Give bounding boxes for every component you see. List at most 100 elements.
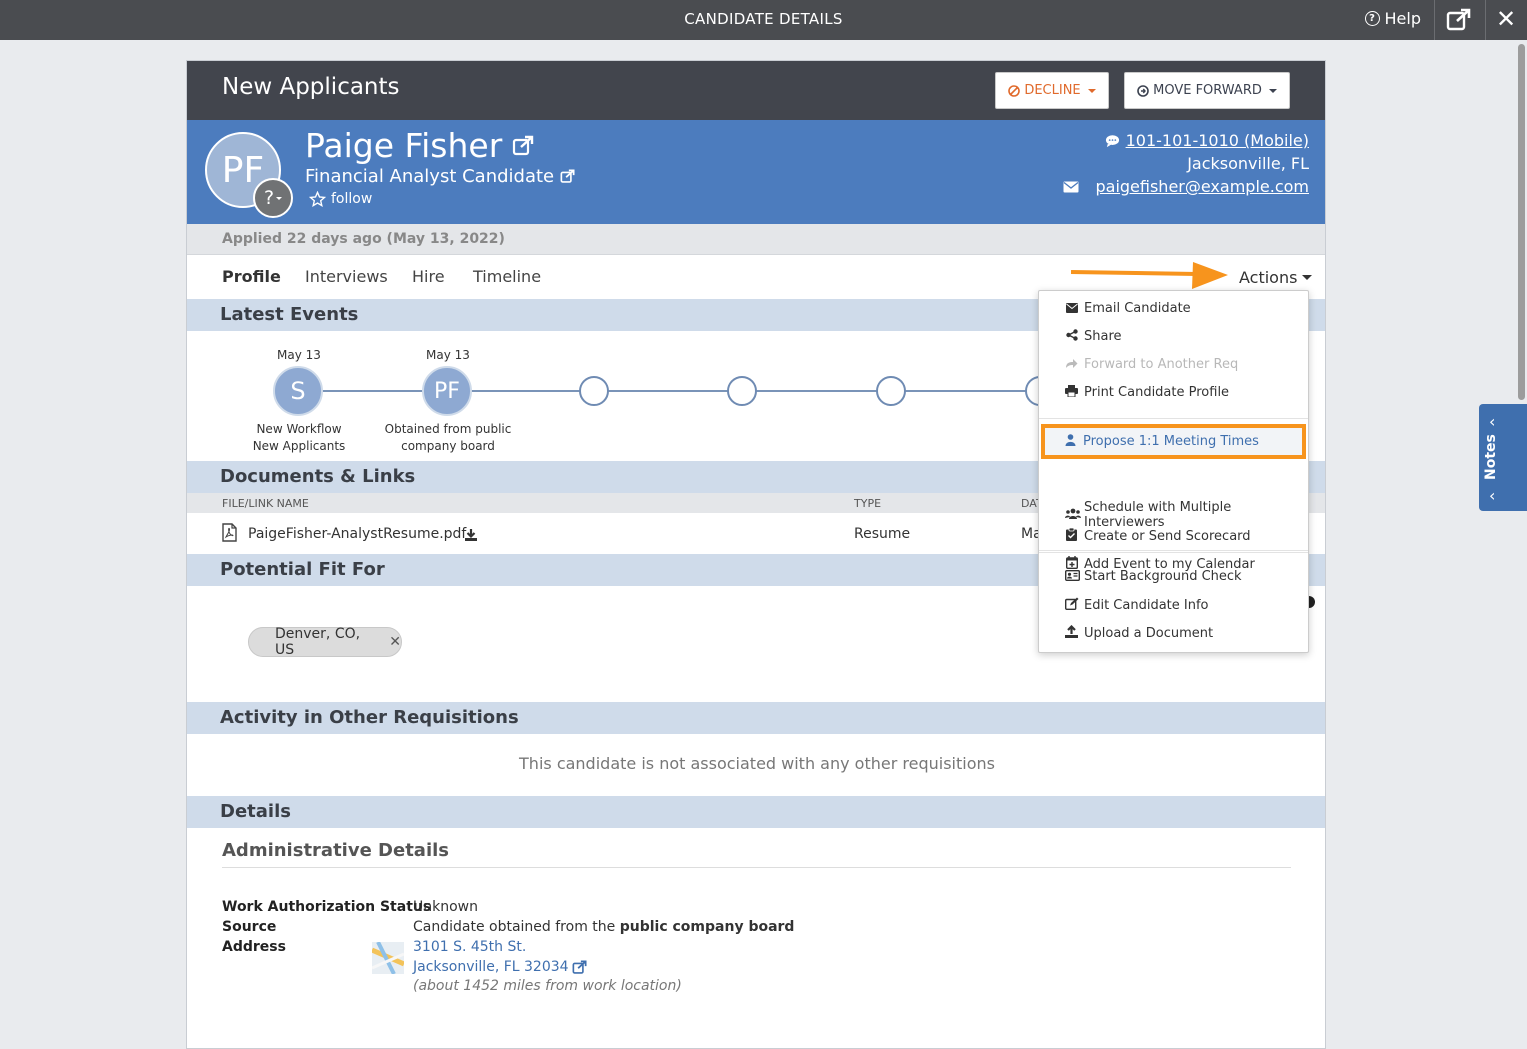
envelope-icon: [1065, 302, 1078, 316]
users-icon: [1065, 508, 1081, 523]
user-icon: [1064, 434, 1077, 449]
help-button[interactable]: ? Help: [1364, 9, 1421, 28]
rating-dropdown[interactable]: ?: [253, 178, 293, 218]
section-activity: Activity in Other Requisitions: [187, 702, 1325, 734]
divider: [222, 867, 1291, 868]
decline-button[interactable]: DECLINE: [995, 72, 1109, 109]
candidate-banner: PF ? Paige Fisher Financial Analyst Cand…: [187, 120, 1325, 224]
work-auth-value: Unknown: [413, 899, 478, 915]
menu-item-share[interactable]: Share: [1065, 329, 1122, 344]
candidate-job[interactable]: Financial Analyst Candidate: [305, 166, 575, 187]
email-link[interactable]: paigefisher@example.com: [1095, 175, 1309, 198]
divider: [1434, 0, 1435, 40]
chevron-left-icon: ‹: [1489, 412, 1496, 431]
popout-icon[interactable]: [1446, 8, 1472, 36]
move-forward-button[interactable]: MOVE FORWARD: [1124, 72, 1290, 109]
envelope-icon: [1063, 181, 1079, 192]
chip-label: Denver, CO, US: [275, 626, 361, 658]
event-node[interactable]: S: [273, 366, 323, 416]
section-title: Documents & Links: [220, 466, 416, 487]
address-line2[interactable]: Jacksonville, FL 32034: [413, 959, 587, 975]
menu-item-print-profile[interactable]: Print Candidate Profile: [1065, 385, 1229, 400]
divider: [1485, 0, 1486, 40]
source-value: Candidate obtained from the public compa…: [413, 919, 794, 935]
menu-item-label: Upload a Document: [1084, 625, 1214, 641]
menu-item-edit-info[interactable]: Edit Candidate Info: [1064, 597, 1209, 613]
menu-item-label: Schedule with Multiple Interviewers: [1084, 500, 1232, 530]
tab-interviews[interactable]: Interviews: [305, 267, 388, 286]
section-title: Latest Events: [220, 304, 359, 325]
menu-item-email-candidate[interactable]: Email Candidate: [1065, 301, 1191, 316]
external-link-icon[interactable]: [572, 959, 587, 975]
stage-title: New Applicants: [222, 74, 400, 100]
arrow-annotation: [1071, 262, 1228, 289]
address-distance: (about 1452 miles from work location): [413, 978, 682, 994]
notes-label: Notes: [1483, 434, 1499, 480]
tab-profile[interactable]: Profile: [222, 267, 281, 286]
event-node-empty: [876, 376, 906, 406]
event-node-empty: [727, 376, 757, 406]
follow-button[interactable]: follow: [309, 191, 372, 207]
col-name: FILE/LINK NAME: [222, 497, 309, 510]
menu-item-scorecard[interactable]: Create or Send Scorecard: [1065, 527, 1251, 544]
menu-item-label: Print Candidate Profile: [1084, 385, 1230, 400]
menu-divider: [1039, 552, 1308, 553]
scrollbar-thumb[interactable]: [1518, 44, 1525, 400]
menu-item-label: Email Candidate: [1084, 301, 1191, 316]
map-icon[interactable]: [372, 942, 404, 974]
contact-info: 101-101-1010 (Mobile) Jacksonville, FL p…: [1063, 129, 1309, 198]
star-icon: [309, 191, 326, 207]
decline-label: DECLINE: [1024, 83, 1081, 98]
section-title: Potential Fit For: [220, 559, 385, 580]
printer-icon: [1065, 385, 1078, 400]
notes-tab[interactable]: ‹ Notes ‹: [1479, 404, 1527, 511]
tab-hire[interactable]: Hire: [412, 267, 445, 286]
external-link-icon[interactable]: [560, 169, 575, 184]
menu-item-propose-meeting[interactable]: Propose 1:1 Meeting Times: [1064, 434, 1259, 449]
follow-label: follow: [331, 191, 373, 207]
email-row[interactable]: paigefisher@example.com: [1063, 175, 1309, 198]
caret-down-icon: [1302, 275, 1313, 280]
address-label: Address: [222, 939, 286, 955]
work-auth-label: Work Authorization Status: [222, 899, 432, 915]
menu-item-upload-document[interactable]: Upload a Document: [1065, 624, 1214, 641]
menu-item-label: Start Background Check: [1084, 569, 1242, 584]
phone-row[interactable]: 101-101-1010 (Mobile): [1063, 129, 1309, 152]
phone-link[interactable]: 101-101-1010 (Mobile): [1126, 129, 1309, 152]
menu-item-schedule-multiple[interactable]: Schedule with Multiple Interviewers: [1065, 500, 1308, 530]
menu-item-label: Edit Candidate Info: [1084, 597, 1209, 613]
event-label-line: New Applicants: [252, 439, 346, 453]
candidate-name[interactable]: Paige Fisher: [305, 126, 534, 165]
remove-icon[interactable]: ✕: [389, 634, 401, 650]
menu-item-background-check[interactable]: Start Background Check: [1064, 569, 1242, 584]
caret-down-icon: [1087, 88, 1096, 93]
actions-dropdown[interactable]: Actions: [1239, 268, 1313, 287]
event-node[interactable]: PF: [422, 366, 472, 416]
activity-empty-message: This candidate is not associated with an…: [519, 754, 995, 773]
id-card-icon: [1064, 569, 1081, 584]
address-line1[interactable]: 3101 S. 45th St.: [413, 939, 526, 955]
ban-icon: [1008, 84, 1021, 97]
section-title: Details: [220, 801, 291, 822]
tab-timeline[interactable]: Timeline: [473, 267, 541, 286]
source-prefix: Candidate obtained from the: [413, 919, 620, 935]
section-title: Activity in Other Requisitions: [220, 707, 519, 728]
help-icon: ?: [1364, 11, 1380, 26]
help-label: Help: [1384, 9, 1421, 28]
menu-item-label: Share: [1084, 329, 1122, 344]
location-text: Jacksonville, FL: [1187, 154, 1309, 173]
location-chip: Denver, CO, US ✕: [248, 626, 402, 658]
candidate-job-text: Financial Analyst Candidate: [305, 166, 555, 187]
external-link-icon[interactable]: [512, 135, 534, 157]
document-link[interactable]: PaigeFisher-AnalystResume.pdf: [248, 526, 466, 542]
event-label: New Workflow New Applicants: [224, 421, 374, 455]
source-bold: public company board: [619, 919, 795, 935]
event-node-empty: [579, 376, 609, 406]
window-title: CANDIDATE DETAILS: [684, 10, 843, 28]
menu-divider: [1039, 418, 1308, 419]
event-date: May 13: [426, 348, 470, 362]
rating-label: ?: [263, 187, 275, 209]
download-icon[interactable]: [464, 528, 478, 542]
close-icon[interactable]: ✕: [1496, 7, 1516, 31]
share-icon: [1065, 329, 1078, 344]
